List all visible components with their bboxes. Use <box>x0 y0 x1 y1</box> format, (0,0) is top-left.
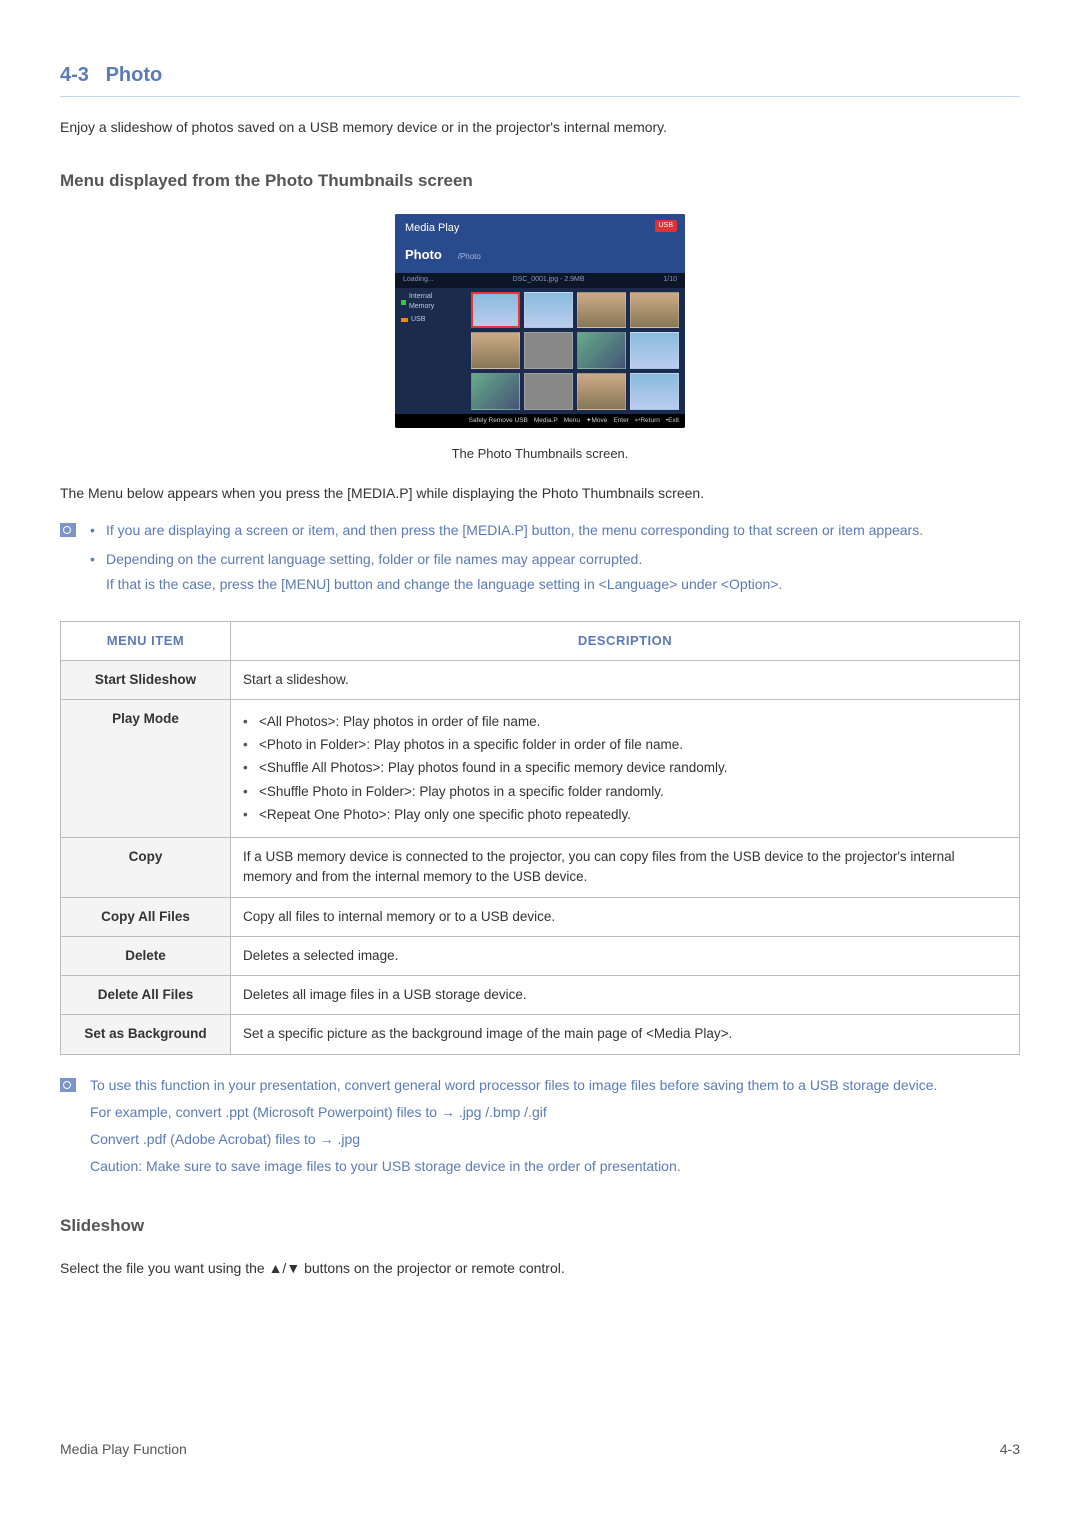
note-block-2: To use this function in your presentatio… <box>60 1075 1020 1183</box>
footer-right: 4-3 <box>1000 1439 1020 1460</box>
thumbnail <box>524 373 573 410</box>
usb-badge: USB <box>655 220 677 233</box>
footer-left: Media Play Function <box>60 1439 187 1460</box>
menu-item-label: Set as Background <box>61 1015 231 1054</box>
note1-item1: If you are displaying a screen or item, … <box>90 520 1020 541</box>
note-icon <box>60 1078 76 1092</box>
table-row: Delete All FilesDeletes all image files … <box>61 976 1020 1015</box>
note2-p1: To use this function in your presentatio… <box>90 1075 1020 1096</box>
screenshot-caption: The Photo Thumbnails screen. <box>60 444 1020 464</box>
menu-item-description: Set a specific picture as the background… <box>231 1015 1020 1054</box>
thumbnail <box>577 332 626 369</box>
note2-p3: Convert .pdf (Adobe Acrobat) files to → … <box>90 1129 1020 1150</box>
thumbnail-grid <box>465 288 685 414</box>
thumbnail <box>577 373 626 410</box>
note-block-1: If you are displaying a screen or item, … <box>60 520 1020 603</box>
thumbnail <box>471 332 520 369</box>
list-item: <All Photos>: Play photos in order of fi… <box>243 712 1007 732</box>
menu-item-label: Delete All Files <box>61 976 231 1015</box>
thumbnail <box>524 332 573 369</box>
foot-exit: Exit <box>668 417 679 424</box>
subsection-heading-1: Menu displayed from the Photo Thumbnails… <box>60 168 1020 194</box>
subsection-heading-2: Slideshow <box>60 1213 1020 1239</box>
thumbnail <box>630 373 679 410</box>
menu-item-description: Copy all files to internal memory or to … <box>231 897 1020 936</box>
th-description: DESCRIPTION <box>231 622 1020 661</box>
thumbnail <box>524 292 573 329</box>
table-row: CopyIf a USB memory device is connected … <box>61 838 1020 898</box>
usb-icon <box>401 318 408 322</box>
intro-paragraph: Enjoy a slideshow of photos saved on a U… <box>60 117 1020 138</box>
thumbnail <box>577 292 626 329</box>
screenshot-sidebar: Internal Memory USB <box>395 288 465 414</box>
slideshow-text: Select the file you want using the ▲/▼ b… <box>60 1258 1020 1279</box>
menu-item-description: <All Photos>: Play photos in order of fi… <box>231 699 1020 837</box>
thumbnail <box>630 292 679 329</box>
menu-item-label: Start Slideshow <box>61 660 231 699</box>
section-heading: 4-3 Photo <box>60 60 1020 97</box>
photo-path: /Photo <box>458 252 481 261</box>
file-info: DSC_0001.jpg - 2.9MB <box>513 275 585 286</box>
foot-mediap: Media.P <box>534 416 558 426</box>
list-item: <Shuffle All Photos>: Play photos found … <box>243 758 1007 778</box>
screenshot-footer-bar: Safely Remove USB Media.P Menu ✦Move Ent… <box>395 414 685 428</box>
thumbnail <box>471 292 520 329</box>
menu-table: MENU ITEM DESCRIPTION Start SlideshowSta… <box>60 621 1020 1055</box>
media-play-label: Media Play <box>405 222 459 234</box>
table-row: Play Mode <All Photos>: Play photos in or… <box>61 699 1020 837</box>
table-row: Copy All FilesCopy all files to internal… <box>61 897 1020 936</box>
menu-item-label: Copy <box>61 838 231 898</box>
list-item: <Shuffle Photo in Folder>: Play photos i… <box>243 782 1007 802</box>
foot-return: Return <box>640 417 660 424</box>
section-title-text: Photo <box>106 64 163 86</box>
menu-item-description: If a USB memory device is connected to t… <box>231 838 1020 898</box>
photo-thumbnails-screenshot: Media Play USB Photo /Photo Loading... D… <box>395 214 685 428</box>
dot-icon <box>401 300 406 305</box>
table-row: DeleteDeletes a selected image. <box>61 936 1020 975</box>
loading-text: Loading... <box>403 275 434 286</box>
menu-item-description: Deletes a selected image. <box>231 936 1020 975</box>
screenshot-figure: Media Play USB Photo /Photo Loading... D… <box>60 214 1020 434</box>
foot-move: Move <box>591 417 607 424</box>
page-footer: Media Play Function 4-3 <box>60 1439 1020 1460</box>
menu-item-label: Delete <box>61 936 231 975</box>
table-row: Set as BackgroundSet a specific picture … <box>61 1015 1020 1054</box>
photo-heading: Photo <box>405 247 442 262</box>
foot-safely: Safely Remove USB <box>469 416 528 426</box>
menu-item-description: Start a slideshow. <box>231 660 1020 699</box>
note-icon <box>60 523 76 537</box>
section-number: 4-3 <box>60 64 89 86</box>
list-item: <Repeat One Photo>: Play only one specif… <box>243 805 1007 825</box>
after-caption-text: The Menu below appears when you press th… <box>60 483 1020 504</box>
note2-p2: For example, convert .ppt (Microsoft Pow… <box>90 1102 1020 1123</box>
sidebar-internal: Internal Memory <box>409 292 459 313</box>
list-item: <Photo in Folder>: Play photos in a spec… <box>243 735 1007 755</box>
menu-item-label: Play Mode <box>61 699 231 837</box>
note1-item2: Depending on the current language settin… <box>90 549 1020 595</box>
thumbnail <box>471 373 520 410</box>
thumbnail <box>630 332 679 369</box>
menu-item-description: Deletes all image files in a USB storage… <box>231 976 1020 1015</box>
foot-enter: Enter <box>613 416 629 426</box>
th-menu-item: MENU ITEM <box>61 622 231 661</box>
sidebar-usb: USB <box>411 315 425 326</box>
menu-item-label: Copy All Files <box>61 897 231 936</box>
foot-menu: Menu <box>564 416 580 426</box>
file-count: 1/10 <box>663 275 677 286</box>
table-row: Start SlideshowStart a slideshow. <box>61 660 1020 699</box>
note2-p4: Caution: Make sure to save image files t… <box>90 1156 1020 1177</box>
